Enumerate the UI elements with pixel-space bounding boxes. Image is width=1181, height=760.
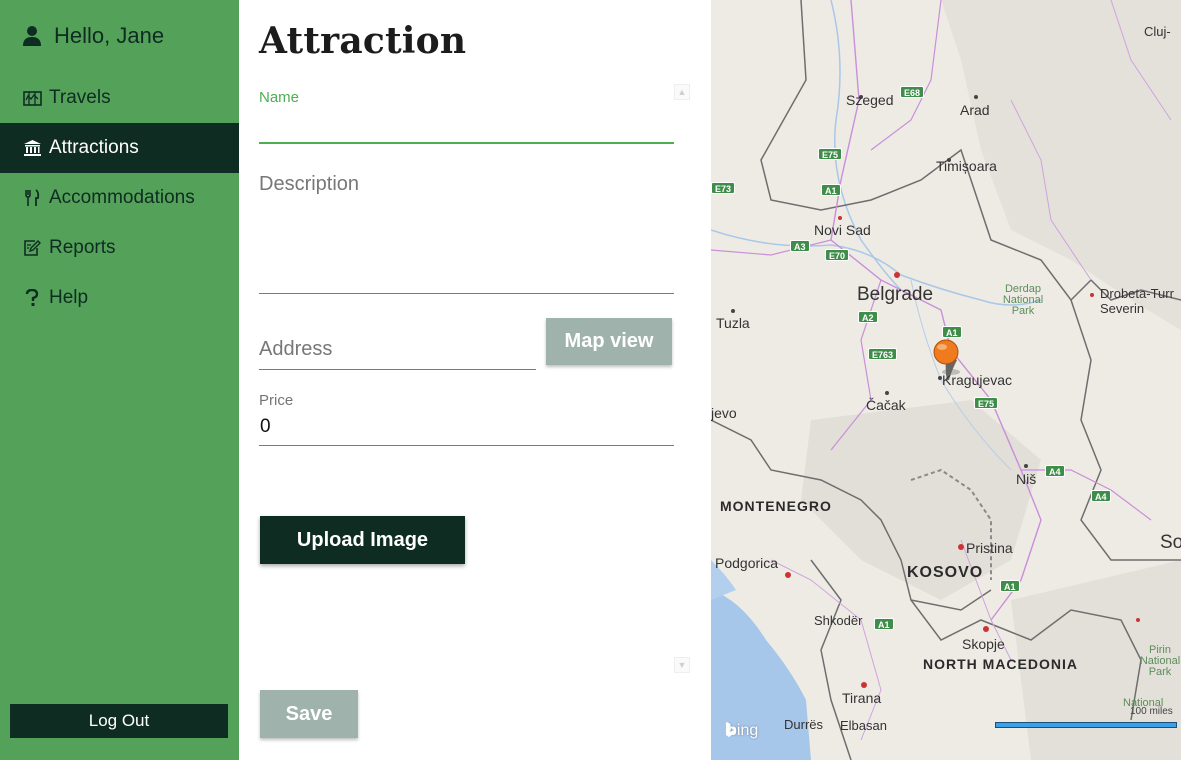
fork-knife-icon xyxy=(22,188,42,208)
highway-shield: A1 xyxy=(821,184,841,196)
highway-shield: E75 xyxy=(974,397,999,409)
highway-shield: E75 xyxy=(818,148,843,160)
sidebar: Hello, Jane Travels Attractions Accommod… xyxy=(0,0,239,760)
map-label-szeged: Szeged xyxy=(846,92,894,108)
highway-shield: A2 xyxy=(858,311,878,323)
map-label-belgrade: Belgrade xyxy=(857,284,934,305)
bing-icon xyxy=(726,722,736,737)
map-label-shkoder: Shkodër xyxy=(814,613,863,628)
question-icon xyxy=(22,288,42,308)
upload-image-button[interactable]: Upload Image xyxy=(260,516,465,564)
map-label-pristina: Pristina xyxy=(966,540,1013,556)
bing-logo: bing xyxy=(725,722,758,740)
highway-shield: E73 xyxy=(711,182,736,194)
map-view-button[interactable]: Map view xyxy=(546,318,672,365)
map-view[interactable]: Szeged Arad Timișoara Novi Sad Belgrade … xyxy=(711,0,1181,760)
map-label-drobeta: Drobeta-Turr xyxy=(1100,286,1174,301)
name-label: Name xyxy=(259,89,300,106)
sidebar-item-label: Accommodations xyxy=(49,187,195,208)
highway-shield: A1 xyxy=(874,618,894,630)
address-placeholder: Address xyxy=(259,338,333,360)
highway-shield: E68 xyxy=(900,86,925,98)
description-placeholder: Description xyxy=(259,173,360,195)
map-label-sarajevo: jevo xyxy=(711,405,737,421)
description-underline xyxy=(259,293,674,294)
sidebar-item-reports[interactable]: Reports xyxy=(0,223,239,273)
name-field[interactable] xyxy=(259,108,674,142)
map-label-podgorica: Podgorica xyxy=(715,555,779,571)
name-underline xyxy=(259,142,674,144)
page-title: Attraction xyxy=(259,20,467,62)
greeting-text: Hello, Jane xyxy=(54,23,165,48)
sidebar-item-label: Help xyxy=(49,287,89,308)
map-label-severin: Severin xyxy=(1100,301,1145,316)
map-label-tuzla: Tuzla xyxy=(716,315,750,331)
map-label-tirana: Tirana xyxy=(842,690,882,706)
highway-shield: A4 xyxy=(1091,490,1111,502)
map-label-nis: Niš xyxy=(1016,471,1037,487)
save-button[interactable]: Save xyxy=(260,690,358,738)
sidebar-item-label: Travels xyxy=(49,87,111,108)
highway-shield: E70 xyxy=(825,249,850,261)
map-label-north-macedonia: NORTH MACEDONIA xyxy=(923,656,1078,672)
scale-bar xyxy=(995,722,1177,728)
sidebar-item-accommodations[interactable]: Accommodations xyxy=(0,173,239,223)
map-label-cluj: Cluj- xyxy=(1144,24,1171,39)
highway-shield: A3 xyxy=(790,240,810,252)
map-label-cacak: Čačak xyxy=(866,397,906,413)
sidebar-item-travels[interactable]: Travels xyxy=(0,73,239,123)
sidebar-item-help[interactable]: Help xyxy=(0,273,239,323)
scroll-up-icon[interactable]: ▲ xyxy=(674,84,690,100)
map-label-kosovo: KOSOVO xyxy=(907,564,984,581)
highway-shield: A1 xyxy=(1000,580,1020,592)
address-field[interactable]: Address xyxy=(259,330,536,368)
map-label-montenegro: MONTENEGRO xyxy=(720,498,832,514)
highway-shield: A4 xyxy=(1045,465,1065,477)
attraction-form: Attraction Name ▲ Description Address Ma… xyxy=(239,0,711,760)
price-value: 0 xyxy=(260,416,271,437)
logout-button[interactable]: Log Out xyxy=(10,704,228,738)
address-underline xyxy=(259,369,536,370)
scale-label: 100 miles xyxy=(1130,706,1173,717)
user-greeting: Hello, Jane xyxy=(22,20,164,52)
sidebar-item-attractions[interactable]: Attractions xyxy=(0,123,239,173)
description-field[interactable]: Description xyxy=(259,170,674,292)
map-label-novi-sad: Novi Sad xyxy=(814,222,871,238)
price-underline xyxy=(259,445,674,446)
map-label-timisoara: Timișoara xyxy=(936,158,997,174)
landmark-icon xyxy=(22,138,42,158)
map-label-skopje: Skopje xyxy=(962,636,1005,652)
scroll-down-icon[interactable]: ▼ xyxy=(674,657,690,673)
highway-shield: A1 xyxy=(942,326,962,338)
user-icon xyxy=(23,26,41,46)
sidebar-item-label: Reports xyxy=(49,237,116,258)
map-label-pirin-park: Pirin National Park xyxy=(1139,644,1181,678)
map-label-kragujevac: Kragujevac xyxy=(942,372,1013,388)
map-label-durres: Durrës xyxy=(784,717,824,732)
price-label: Price xyxy=(259,392,294,409)
price-field[interactable]: 0 xyxy=(259,412,674,444)
map-icon xyxy=(22,88,42,108)
edit-report-icon xyxy=(22,238,42,258)
map-label-derdap-park: Derdap National Park xyxy=(1002,283,1044,317)
map-label-arad: Arad xyxy=(960,102,990,118)
map-label-sofia: So xyxy=(1160,532,1181,553)
highway-shield: E763 xyxy=(868,348,898,360)
map-label-elbasan: Elbasan xyxy=(840,718,887,733)
sidebar-item-label: Attractions xyxy=(49,137,139,158)
